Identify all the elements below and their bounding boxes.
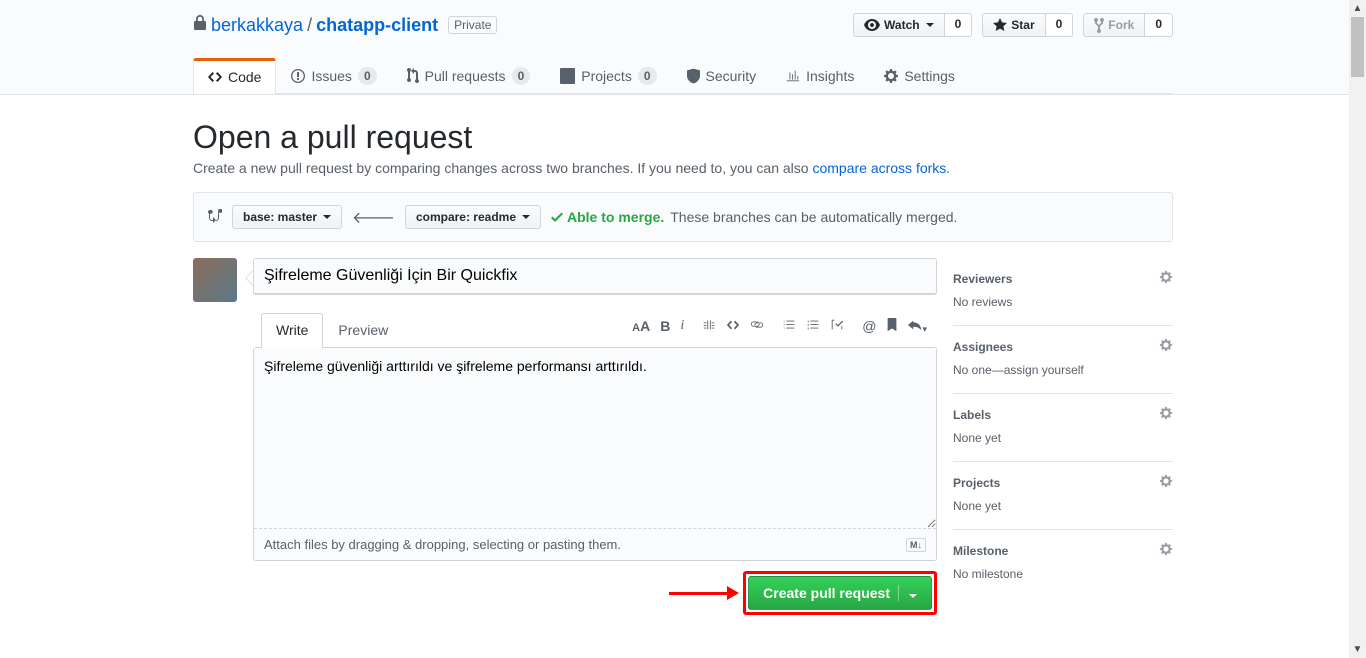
star-count[interactable]: 0: [1046, 13, 1074, 37]
tab-pull-requests[interactable]: Pull requests0: [392, 58, 546, 93]
reviewers-title: Reviewers: [953, 272, 1012, 286]
reference-icon[interactable]: ▾: [908, 318, 927, 335]
gear-icon[interactable]: [1159, 542, 1173, 559]
tab-code[interactable]: Code: [193, 58, 276, 94]
watch-count[interactable]: 0: [945, 13, 973, 37]
avatar[interactable]: [193, 258, 237, 302]
gear-icon[interactable]: [1159, 474, 1173, 491]
markdown-toolbar: AA B i: [622, 310, 937, 343]
repo-title: berkakkaya / chatapp-client Private: [193, 15, 497, 36]
tab-security[interactable]: Security: [672, 58, 772, 93]
star-button[interactable]: Star: [982, 13, 1045, 37]
link-icon[interactable]: [750, 318, 764, 335]
compare-branch-button[interactable]: compare: readme: [405, 205, 541, 229]
ol-icon[interactable]: [806, 318, 820, 335]
lock-icon: [193, 15, 207, 36]
ul-icon[interactable]: [782, 318, 796, 335]
fork-button[interactable]: Fork: [1083, 13, 1145, 37]
projects-body: None yet: [953, 499, 1173, 513]
bold-icon[interactable]: B: [660, 318, 670, 334]
task-icon[interactable]: [830, 318, 844, 335]
saved-reply-icon[interactable]: [886, 318, 898, 335]
arrow-left-icon: 🡐: [352, 207, 395, 228]
tab-issues[interactable]: Issues0: [276, 58, 391, 93]
assignees-body: No one—assign yourself: [953, 363, 1173, 377]
tab-settings[interactable]: Settings: [869, 58, 970, 93]
compare-forks-link[interactable]: compare across forks: [812, 160, 946, 176]
tab-preview[interactable]: Preview: [323, 313, 403, 347]
scrollbar-thumb[interactable]: [1351, 17, 1364, 77]
repo-nav: Code Issues0 Pull requests0 Projects0 Se…: [193, 58, 1173, 94]
projects-title: Projects: [953, 476, 1000, 490]
tab-projects[interactable]: Projects0: [545, 58, 671, 93]
merge-status-desc: These branches can be automatically merg…: [670, 209, 957, 225]
merge-status-ok: Able to merge.: [551, 209, 664, 225]
visibility-badge: Private: [448, 16, 497, 34]
gear-icon[interactable]: [1159, 338, 1173, 355]
tab-write[interactable]: Write: [261, 313, 323, 348]
quote-icon[interactable]: [702, 318, 716, 335]
italic-icon[interactable]: i: [680, 318, 684, 334]
create-pull-request-button[interactable]: Create pull request: [748, 576, 932, 610]
scroll-down-icon[interactable]: ▼: [1349, 641, 1366, 658]
labels-title: Labels: [953, 408, 991, 422]
annotation-highlight: Create pull request: [743, 571, 937, 615]
repo-name-link[interactable]: chatapp-client: [316, 15, 438, 36]
pr-title-input[interactable]: [254, 259, 936, 294]
page-title: Open a pull request: [193, 119, 1173, 156]
branch-range-box: base: master 🡐 compare: readme Able to m…: [193, 192, 1173, 242]
annotation-arrow: [669, 592, 729, 595]
labels-body: None yet: [953, 431, 1173, 445]
heading-icon[interactable]: AA: [632, 318, 650, 334]
watch-button[interactable]: Watch: [853, 13, 945, 37]
markdown-badge-icon[interactable]: M↓: [906, 538, 926, 552]
repo-owner-link[interactable]: berkakkaya: [211, 15, 303, 36]
gear-icon[interactable]: [1159, 270, 1173, 287]
assign-yourself-link[interactable]: assign yourself: [1004, 363, 1084, 377]
page-subtitle: Create a new pull request by comparing c…: [193, 160, 1173, 176]
base-branch-button[interactable]: base: master: [232, 205, 342, 229]
gear-icon[interactable]: [1159, 406, 1173, 423]
assignees-title: Assignees: [953, 340, 1013, 354]
tab-insights[interactable]: Insights: [771, 58, 869, 93]
milestone-body: No milestone: [953, 567, 1173, 581]
scroll-up-icon[interactable]: ▲: [1349, 0, 1366, 17]
fork-count[interactable]: 0: [1145, 13, 1173, 37]
scrollbar[interactable]: ▲ ▼: [1349, 0, 1366, 658]
pr-body-textarea[interactable]: [254, 348, 936, 528]
attach-hint[interactable]: Attach files by dragging & dropping, sel…: [264, 537, 621, 552]
code-icon[interactable]: [726, 318, 740, 335]
compare-icon: [208, 208, 222, 227]
milestone-title: Milestone: [953, 544, 1008, 558]
reviewers-body: No reviews: [953, 295, 1173, 309]
mention-icon[interactable]: @: [862, 318, 876, 334]
